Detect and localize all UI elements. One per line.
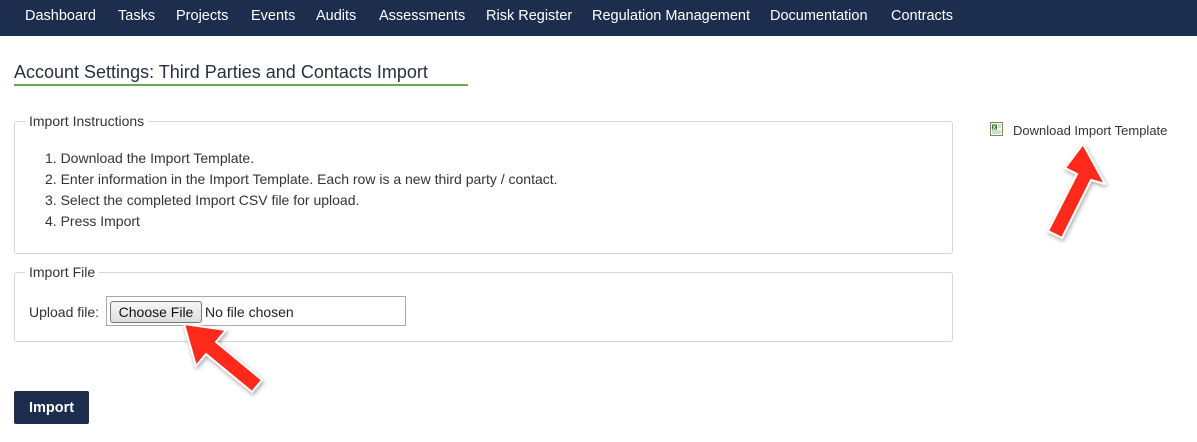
svg-text:X: X [993,125,997,131]
nav-item-contracts[interactable]: Contracts [891,0,953,32]
page-title-underline [14,84,468,86]
instructions-list: 1. Download the Import Template. 2. Ente… [45,148,558,232]
spreadsheet-icon[interactable]: X [990,122,1003,136]
nav-item-documentation[interactable]: Documentation [770,0,868,32]
instruction-step: 3. Select the completed Import CSV file … [45,192,360,208]
annotation-arrow-icon [1047,143,1106,239]
nav-item-risk-register[interactable]: Risk Register [486,0,572,32]
nav-item-projects[interactable]: Projects [176,0,228,32]
nav-item-regulation-management[interactable]: Regulation Management [592,0,750,32]
instruction-step: 1. Download the Import Template. [45,150,255,166]
nav-item-assessments[interactable]: Assessments [379,0,465,32]
instruction-step: 2. Enter information in the Import Templ… [45,171,558,187]
page-title: Account Settings: Third Parties and Cont… [14,62,428,82]
upload-file-label: Upload file: [29,304,100,320]
import-instructions-legend: Import Instructions [29,113,145,129]
annotation-arrow-icon [183,323,263,393]
nav-item-tasks[interactable]: Tasks [118,0,155,32]
nav-item-events[interactable]: Events [251,0,295,32]
nav-item-dashboard[interactable]: Dashboard [25,0,96,32]
top-navigation: Dashboard Tasks Projects Events Audits A… [0,0,1197,36]
import-file-legend: Import File [29,264,96,280]
instruction-step: 4. Press Import [45,213,140,229]
import-button[interactable]: Import [14,391,89,424]
nav-item-audits[interactable]: Audits [316,0,356,32]
download-import-template-link[interactable]: Download Import Template [1013,123,1167,138]
